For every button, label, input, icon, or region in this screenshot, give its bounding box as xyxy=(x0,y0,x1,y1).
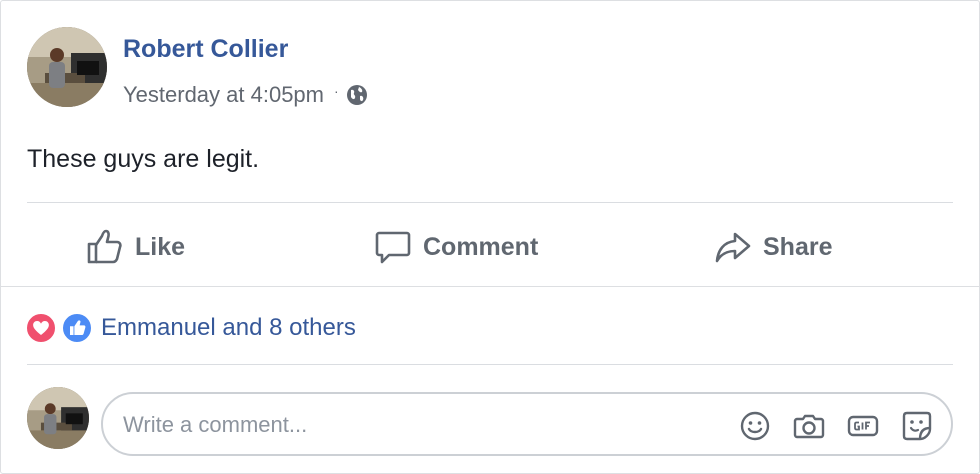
emoji-icon[interactable] xyxy=(737,408,773,444)
avatar-photo xyxy=(27,27,107,107)
divider xyxy=(27,364,953,365)
comment-button[interactable]: Comment xyxy=(373,223,538,271)
reactions-summary-text[interactable]: Emmanuel and 8 others xyxy=(101,314,356,342)
meta-separator: · xyxy=(334,83,339,99)
comment-label: Comment xyxy=(423,232,539,261)
share-label: Share xyxy=(763,232,833,261)
comment-composer xyxy=(101,392,953,456)
like-button[interactable]: Like xyxy=(85,223,185,271)
love-reaction-icon xyxy=(25,312,57,344)
commenter-avatar[interactable] xyxy=(27,387,89,449)
post-body-text: These guys are legit. xyxy=(27,145,260,173)
author-avatar[interactable] xyxy=(27,27,107,107)
share-arrow-icon xyxy=(715,232,751,263)
comment-bubble-icon xyxy=(375,231,411,264)
thumbs-up-icon xyxy=(87,229,122,264)
composer-icons xyxy=(719,408,935,444)
globe-icon[interactable] xyxy=(345,83,369,107)
divider xyxy=(1,286,979,287)
post-timestamp[interactable]: Yesterday at 4:05pm xyxy=(123,82,324,108)
like-label: Like xyxy=(135,232,186,261)
gif-icon[interactable] xyxy=(845,408,881,444)
share-button[interactable]: Share xyxy=(713,223,832,271)
author-name-link[interactable]: Robert Collier xyxy=(123,35,288,64)
like-reaction-icon xyxy=(61,312,93,344)
post-meta: Yesterday at 4:05pm · xyxy=(123,82,369,108)
comment-input[interactable] xyxy=(123,408,703,442)
reactions-summary[interactable]: Emmanuel and 8 others xyxy=(25,310,356,346)
sticker-icon[interactable] xyxy=(899,408,935,444)
camera-icon[interactable] xyxy=(791,408,827,444)
post-card: Robert Collier Yesterday at 4:05pm · The… xyxy=(0,0,980,474)
divider xyxy=(27,202,953,203)
avatar-photo xyxy=(27,387,89,449)
